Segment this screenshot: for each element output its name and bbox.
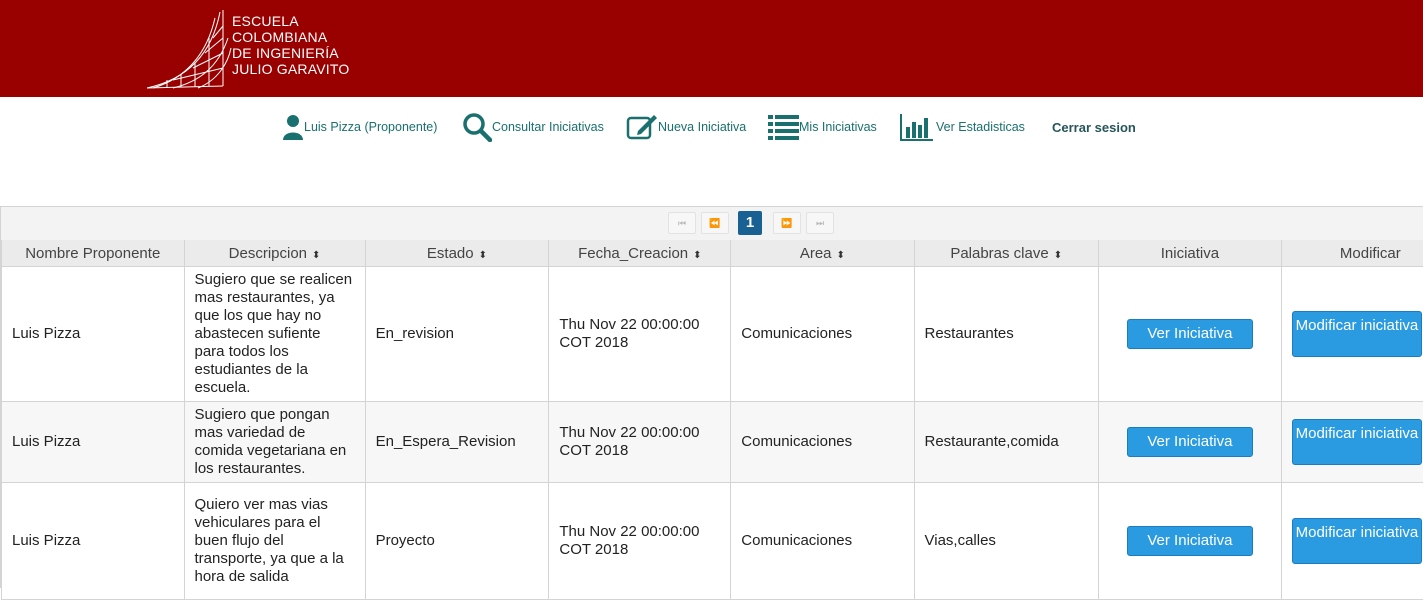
modificar-iniciativa-button[interactable]: Modificar iniciativa (1292, 518, 1422, 564)
header-palabras-clave[interactable]: Palabras clave⬍ (914, 240, 1098, 267)
cell-nombre: Luis Pizza (2, 402, 185, 483)
cell-estado: En_revision (365, 267, 549, 402)
modificar-iniciativa-button[interactable]: Modificar iniciativa (1292, 311, 1422, 357)
site-header: Escuela Colombiana de Ingeniería Julio G… (0, 0, 1423, 97)
ver-iniciativa-button[interactable]: Ver Iniciativa (1127, 526, 1253, 556)
cell-iniciativa: Ver Iniciativa (1098, 402, 1281, 483)
header-fecha-creacion[interactable]: Fecha_Creacion⬍ (549, 240, 731, 267)
nav-consultar-iniciativas[interactable]: Consultar Iniciativas (462, 112, 604, 142)
table-row: Luis Pizza Sugiero que se realicen mas r… (2, 267, 1423, 402)
ver-iniciativa-button[interactable]: Ver Iniciativa (1127, 319, 1253, 349)
last-page-button[interactable]: ⏭ (806, 212, 834, 234)
cell-fecha: Thu Nov 22 00:00:00 COT 2018 (549, 483, 731, 600)
sort-icon[interactable]: ⬍ (693, 250, 701, 261)
next-page-button[interactable]: ⏩ (773, 212, 801, 234)
cell-palabras: Restaurantes (914, 267, 1098, 402)
nav-estadisticas-label: Ver Estadisticas (936, 120, 1025, 134)
logout-link[interactable]: Cerrar sesion (1052, 112, 1136, 142)
logo-line-2: Colombiana (232, 29, 349, 45)
nav-ver-estadisticas[interactable]: Ver Estadisticas (900, 112, 1025, 142)
first-page-button[interactable]: ⏮ (668, 212, 696, 234)
sort-icon[interactable]: ⬍ (837, 250, 845, 261)
nav-nueva-label: Nueva Iniciativa (658, 120, 746, 134)
cell-nombre: Luis Pizza (2, 267, 185, 402)
cell-area: Comunicaciones (731, 483, 914, 600)
nav-user-profile[interactable]: Luis Pizza (Proponente) (282, 112, 437, 142)
sort-icon[interactable]: ⬍ (1054, 250, 1062, 261)
cell-area: Comunicaciones (731, 402, 914, 483)
cell-descripcion: Sugiero que se realicen mas restaurantes… (184, 267, 365, 402)
prev-page-button[interactable]: ⏪ (701, 212, 729, 234)
nav-mis-iniciativas[interactable]: Mis Iniciativas (768, 112, 877, 142)
main-nav: Luis Pizza (Proponente) Consultar Inicia… (0, 112, 1423, 142)
paginator: ⏮ ⏪ 1 ⏩ ⏭ (1, 207, 1423, 241)
iniciativas-panel: ⏮ ⏪ 1 ⏩ ⏭ Nombre Proponente Descripcion⬍… (0, 206, 1423, 588)
logo-line-3: de Ingeniería (232, 45, 349, 61)
logo-line-1: Escuela (232, 13, 349, 29)
current-page-button[interactable]: 1 (738, 211, 762, 235)
cell-nombre: Luis Pizza (2, 483, 185, 600)
header-area[interactable]: Area⬍ (731, 240, 914, 267)
table-row: Luis Pizza Sugiero que pongan mas varied… (2, 402, 1423, 483)
header-modificar: Modificar (1281, 240, 1423, 267)
cell-palabras: Vias,calles (914, 483, 1098, 600)
cell-modificar: Modificar iniciativa (1281, 402, 1423, 483)
cell-descripcion: Sugiero que pongan mas variedad de comid… (184, 402, 365, 483)
cell-descripcion: Quiero ver mas vias vehiculares para el … (184, 483, 365, 600)
nav-user-label: Luis Pizza (Proponente) (304, 120, 437, 134)
cell-fecha: Thu Nov 22 00:00:00 COT 2018 (549, 267, 731, 402)
list-icon (768, 114, 799, 140)
nav-consultar-label: Consultar Iniciativas (492, 120, 604, 134)
logo-line-4: Julio Garavito (232, 61, 349, 77)
modificar-iniciativa-button[interactable]: Modificar iniciativa (1292, 419, 1422, 465)
sort-icon[interactable]: ⬍ (479, 250, 487, 261)
cell-fecha: Thu Nov 22 00:00:00 COT 2018 (549, 402, 731, 483)
cell-estado: En_Espera_Revision (365, 402, 549, 483)
cell-modificar: Modificar iniciativa (1281, 483, 1423, 600)
header-iniciativa: Iniciativa (1098, 240, 1281, 267)
nav-nueva-iniciativa[interactable]: Nueva Iniciativa (626, 112, 746, 142)
bar-chart-icon (900, 113, 934, 141)
cell-iniciativa: Ver Iniciativa (1098, 483, 1281, 600)
iniciativas-table: Nombre Proponente Descripcion⬍ Estado⬍ F… (1, 240, 1423, 600)
edit-icon (626, 113, 658, 141)
ver-iniciativa-button[interactable]: Ver Iniciativa (1127, 427, 1253, 457)
nav-mis-label: Mis Iniciativas (799, 120, 877, 134)
cell-palabras: Restaurante,comida (914, 402, 1098, 483)
sort-icon[interactable]: ⬍ (312, 250, 320, 261)
header-estado[interactable]: Estado⬍ (365, 240, 549, 267)
cell-iniciativa: Ver Iniciativa (1098, 267, 1281, 402)
user-icon (282, 114, 304, 140)
university-name: Escuela Colombiana de Ingeniería Julio G… (232, 13, 349, 77)
cell-modificar: Modificar iniciativa (1281, 267, 1423, 402)
table-header-row: Nombre Proponente Descripcion⬍ Estado⬍ F… (2, 240, 1423, 267)
header-nombre-proponente: Nombre Proponente (2, 240, 185, 267)
cell-area: Comunicaciones (731, 267, 914, 402)
table-row: Luis Pizza Quiero ver mas vias vehicular… (2, 483, 1423, 600)
header-descripcion[interactable]: Descripcion⬍ (184, 240, 365, 267)
search-icon (462, 112, 492, 142)
cell-estado: Proyecto (365, 483, 549, 600)
